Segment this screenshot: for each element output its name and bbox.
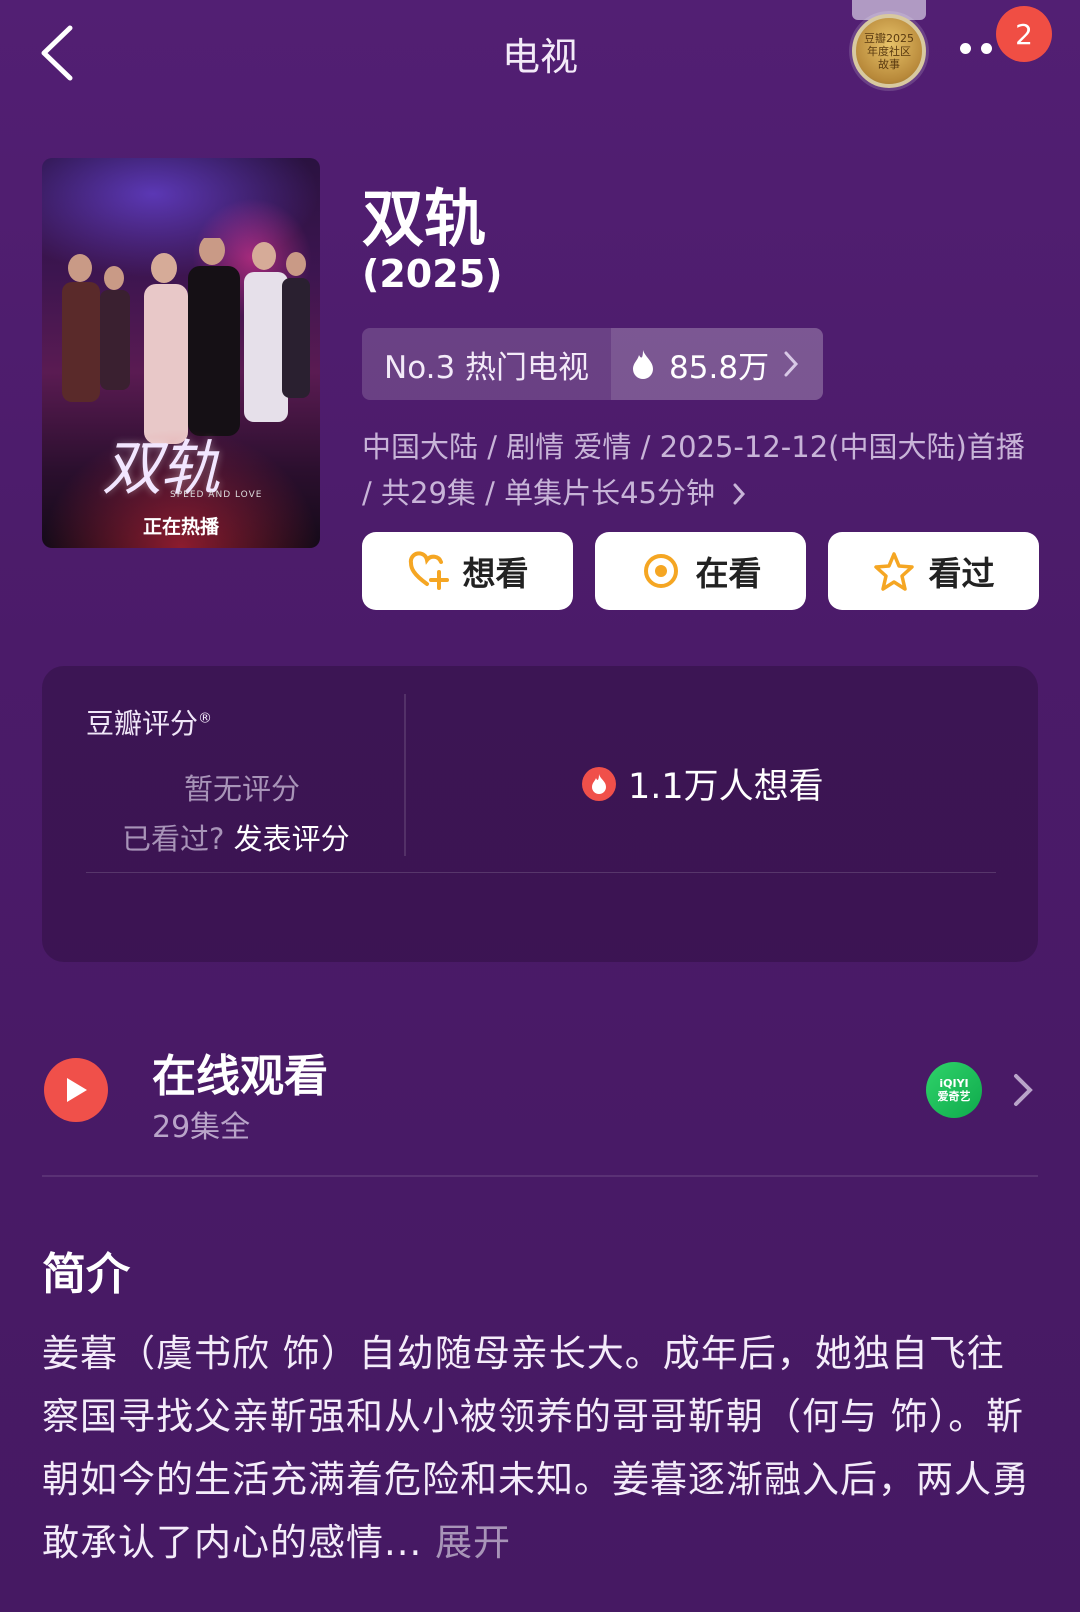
chevron-right-icon [784, 351, 799, 377]
subject-meta[interactable]: 中国大陆 / 剧情 爱情 / 2025-12-12(中国大陆)首播 / 共29集… [362, 424, 1032, 516]
watching-label: 在看 [695, 554, 762, 593]
subject-title: 双轨 [362, 182, 487, 255]
action-row: 想看 在看 看过 [362, 532, 1039, 610]
rating-line [86, 872, 996, 873]
flame-icon [582, 766, 616, 801]
watched-label: 看过 [928, 554, 995, 593]
more-icon [960, 42, 971, 54]
want-label: 想看 [462, 554, 529, 593]
chevron-right-icon[interactable] [1010, 1070, 1036, 1110]
meta-chevron-icon [733, 483, 746, 505]
iqiyi-logo-top: iQIYI [939, 1077, 969, 1090]
poster-subtitle: SPEED AND LOVE [170, 490, 263, 500]
synopsis-text: 姜暮（虞书欣 饰）自幼随母亲长大。成年后，她独自飞往察国寻找父亲靳强和从小被领养… [42, 1332, 1030, 1564]
play-icon [67, 1078, 87, 1102]
notification-badge: 2 [996, 6, 1052, 62]
star-icon [873, 552, 914, 591]
expand-link[interactable]: 展开 [435, 1521, 511, 1564]
heart-plus-icon [408, 551, 449, 590]
more-icon-dot [981, 42, 992, 54]
rank-label[interactable]: No.3 热门电视 [362, 328, 612, 400]
play-button[interactable] [44, 1058, 108, 1122]
synopsis-body: 姜暮（虞书欣 饰）自幼随母亲长大。成年后，她独自飞往察国寻找父亲靳强和从小被领养… [42, 1322, 1042, 1574]
poster-status: 正在热播 [142, 516, 219, 538]
rating-divider [404, 694, 406, 856]
rating-label: 豆瓣评分® [86, 707, 213, 740]
annual-badge-text: 豆瓣2025年度社区故事 [864, 31, 914, 71]
rate-link[interactable]: 发表评分 [234, 822, 350, 856]
want-count[interactable]: 1.1万人想看 [582, 758, 824, 809]
poster-image[interactable]: 双轨 SPEED AND LOVE 正在热播 [42, 158, 320, 548]
section-divider [42, 1175, 1038, 1177]
poster-cast-figures [62, 238, 310, 444]
annual-badge[interactable]: 豆瓣2025年度社区故事 [852, 14, 926, 88]
subject-meta-text: 中国大陆 / 剧情 爱情 / 2025-12-12(中国大陆)首播 / 共29集… [362, 430, 1025, 510]
watch-title[interactable]: 在线观看 [152, 1040, 328, 1104]
rating-card: 豆瓣评分® 暂无评分 已看过? 发表评分 1.1万人想看 [42, 666, 1038, 962]
iqiyi-logo[interactable]: iQIYI 爱奇艺 [926, 1062, 982, 1118]
watching-button[interactable]: 在看 [595, 532, 806, 610]
target-icon [643, 554, 678, 588]
want-button[interactable]: 想看 [362, 532, 573, 610]
synopsis-heading: 简介 [42, 1249, 130, 1300]
subject-year: (2025) [362, 252, 503, 296]
rank-pill[interactable]: No.3 热门电视 85.8万 [362, 328, 824, 400]
rating-seen-row: 已看过? 发表评分 [122, 816, 350, 858]
iqiyi-logo-bottom: 爱奇艺 [937, 1090, 971, 1103]
heat-button[interactable]: 85.8万 [611, 328, 824, 400]
watch-episodes: 29集全 [152, 1110, 251, 1145]
watched-button[interactable]: 看过 [828, 532, 1039, 610]
want-count-text: 1.1万人想看 [628, 767, 824, 807]
flame-icon [633, 350, 654, 379]
heat-value: 85.8万 [669, 349, 770, 386]
rating-none: 暂无评分 [184, 772, 301, 806]
seen-prompt: 已看过? [122, 822, 225, 856]
subject-page: 电视 豆瓣2025年度社区故事 2 双轨 SPEED AND LOVE 正在热播… [0, 0, 1080, 1612]
